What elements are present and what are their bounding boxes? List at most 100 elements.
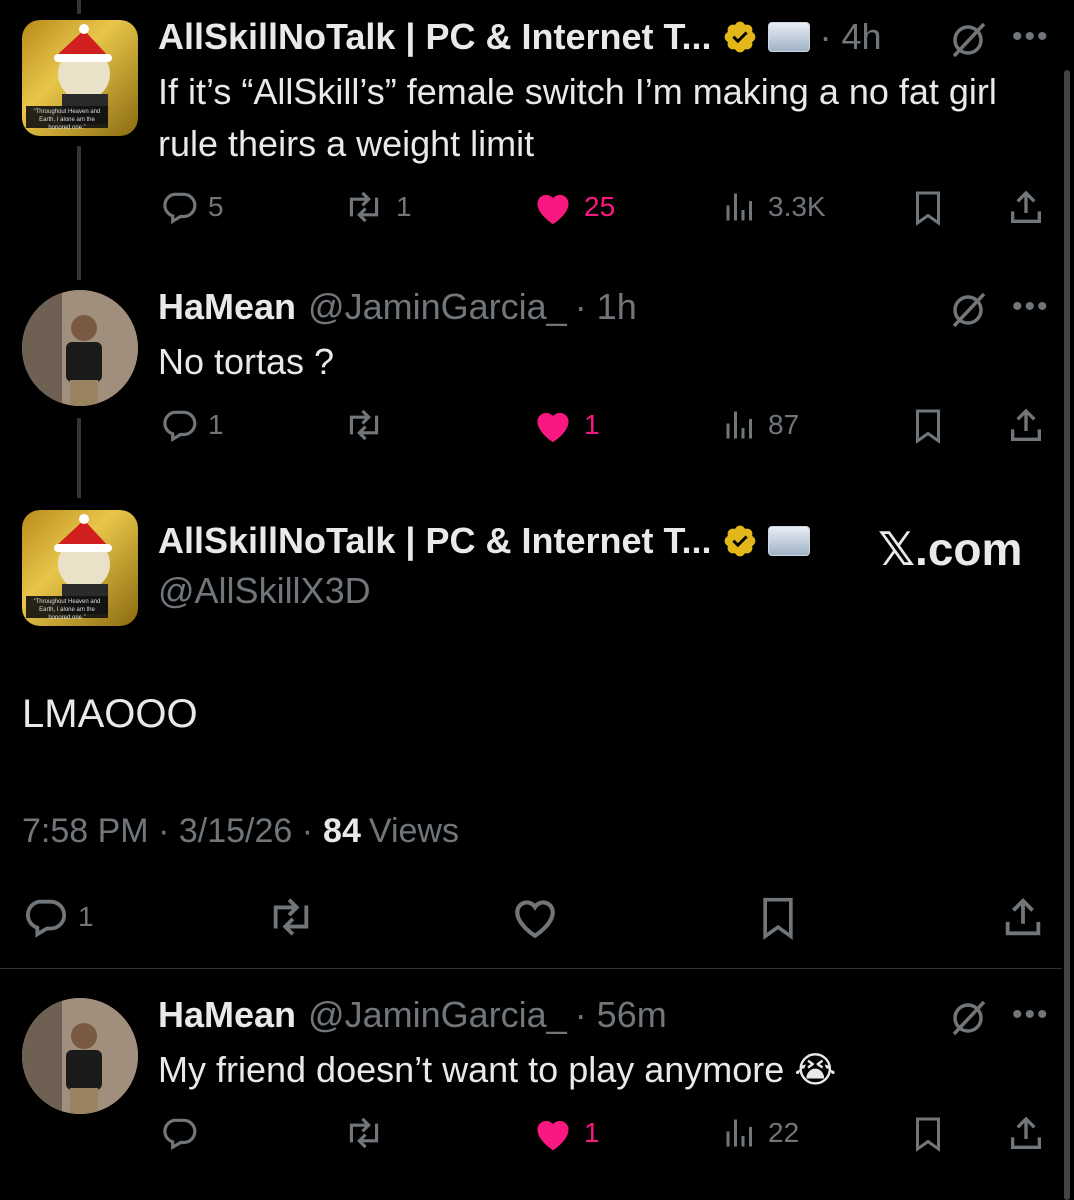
repost-icon <box>349 1117 379 1149</box>
divider <box>0 968 1062 969</box>
avatar-image <box>22 998 138 1114</box>
repost-count: 1 <box>396 191 412 222</box>
avatar-hamean[interactable] <box>22 290 138 406</box>
x-brand-logo: 𝕏.com <box>878 523 1023 575</box>
share-button[interactable] <box>1000 894 1046 942</box>
views-button[interactable]: 22 <box>722 1114 799 1152</box>
heart-filled-icon <box>537 412 569 443</box>
main-tweet-handle[interactable]: @AllSkillX3D <box>158 570 371 612</box>
share-icon <box>1011 190 1041 223</box>
avatar-image <box>22 290 138 406</box>
thread-line-2 <box>77 418 81 498</box>
tweet2-time: · 1h <box>574 286 637 327</box>
tweet2-header: HaMean @JaminGarcia_ · 1h <box>158 286 637 328</box>
avatar-caption: “Throughout Heaven and Earth, I alone am… <box>33 109 101 131</box>
tweet1-time: · 4h <box>819 16 882 57</box>
share-button[interactable] <box>1006 1114 1046 1154</box>
more-options-icon[interactable]: ••• <box>1012 20 1050 54</box>
like-button[interactable] <box>510 894 560 940</box>
share-button[interactable] <box>1006 406 1046 446</box>
like-button[interactable]: 1 <box>532 1114 600 1152</box>
bookmark-icon <box>916 1117 940 1152</box>
tweet1-author-name[interactable]: AllSkillNoTalk | PC & Internet T... <box>158 16 712 58</box>
tweet4-time: · 56m <box>574 994 667 1035</box>
repost-button[interactable] <box>342 1114 386 1152</box>
thread-line-1 <box>77 146 81 280</box>
tweet2-handle[interactable]: @JaminGarcia_ <box>308 286 567 328</box>
tweet2-text: No tortas ? <box>158 341 335 382</box>
verified-badge-icon <box>724 21 755 53</box>
bookmark-icon <box>763 897 793 940</box>
views-count: 87 <box>768 409 800 440</box>
heart-filled-icon <box>537 1120 569 1151</box>
bookmark-button[interactable] <box>756 894 800 942</box>
bookmark-button[interactable] <box>910 1114 946 1154</box>
reply-icon <box>163 1118 197 1151</box>
tweet4-text: My friend doesn’t want to play anymore 😭 <box>158 1049 837 1090</box>
main-tweet-meta: 7:58 PM · 3/15/26 · 84 Views <box>22 812 459 851</box>
bookmark-button[interactable] <box>910 406 946 446</box>
tweet4-handle[interactable]: @JaminGarcia_ <box>308 994 567 1036</box>
more-options-icon[interactable]: ••• <box>1012 998 1050 1032</box>
bookmark-icon <box>916 191 940 226</box>
avatar-hamean[interactable] <box>22 998 138 1114</box>
like-button[interactable]: 25 <box>532 188 615 226</box>
avatar-allskill[interactable]: “Throughout Heaven and Earth, I alone am… <box>22 510 138 626</box>
grok-icon[interactable] <box>948 998 988 1043</box>
views-button[interactable]: 3.3K <box>722 188 826 226</box>
views-button[interactable]: 87 <box>722 406 799 444</box>
main-tweet-text: LMAOOO <box>22 692 198 736</box>
views-icon <box>726 411 752 439</box>
repost-button[interactable] <box>342 406 386 444</box>
main-tweet-author-name[interactable]: AllSkillNoTalk | PC & Internet T... <box>158 520 712 562</box>
reply-icon <box>163 192 197 225</box>
heart-outline-icon <box>515 900 555 939</box>
like-count: 1 <box>584 1117 600 1148</box>
main-tweet-header: AllSkillNoTalk | PC & Internet T... <box>158 520 810 562</box>
share-icon <box>1011 408 1041 441</box>
main-tweet-timestamp[interactable]: 7:58 PM · 3/15/26 · <box>22 812 313 851</box>
repost-icon <box>273 898 309 936</box>
reply-button[interactable] <box>160 1114 198 1152</box>
reply-count: 1 <box>78 901 94 932</box>
grok-icon[interactable] <box>948 290 988 335</box>
repost-icon <box>349 191 379 223</box>
tweet4-header: HaMean @JaminGarcia_ · 56m <box>158 994 667 1036</box>
tweet1-header: AllSkillNoTalk | PC & Internet T... · 4h <box>158 16 882 58</box>
views-icon <box>726 193 752 221</box>
avatar-caption: “Throughout Heaven and Earth, I alone am… <box>33 599 101 621</box>
repost-icon <box>349 409 379 441</box>
repost-button[interactable] <box>264 894 318 940</box>
affiliate-badge-icon <box>767 22 810 52</box>
reply-icon <box>26 899 67 938</box>
reply-count: 1 <box>208 409 224 440</box>
reply-button[interactable]: 1 <box>160 406 224 444</box>
tweet4-author-name[interactable]: HaMean <box>158 994 296 1036</box>
like-count: 25 <box>584 191 616 222</box>
heart-filled-icon <box>537 194 569 225</box>
repost-button[interactable]: 1 <box>342 188 412 226</box>
thread-line-top <box>77 0 81 14</box>
like-button[interactable]: 1 <box>532 406 600 444</box>
reply-icon <box>163 410 197 443</box>
scrollbar[interactable] <box>1064 70 1070 1200</box>
affiliate-badge-icon <box>767 526 810 556</box>
share-icon <box>1005 898 1041 936</box>
main-tweet-views-label: Views <box>368 812 459 850</box>
more-options-icon[interactable]: ••• <box>1012 290 1050 324</box>
reply-count: 5 <box>208 191 224 222</box>
like-count: 1 <box>584 409 600 440</box>
views-count: 3.3K <box>768 191 826 222</box>
avatar-allskill[interactable]: “Throughout Heaven and Earth, I alone am… <box>22 20 138 136</box>
tweet2-author-name[interactable]: HaMean <box>158 286 296 328</box>
verified-badge-icon <box>724 525 755 557</box>
tweet1-text: If it’s “AllSkill’s” female switch I’m m… <box>158 71 997 164</box>
main-tweet-views-count: 84 <box>323 812 361 850</box>
grok-icon[interactable] <box>948 20 988 65</box>
reply-button[interactable]: 1 <box>22 894 94 940</box>
bookmark-icon <box>916 409 940 444</box>
bookmark-button[interactable] <box>910 188 946 228</box>
share-icon <box>1011 1116 1041 1149</box>
reply-button[interactable]: 5 <box>160 188 224 226</box>
share-button[interactable] <box>1006 188 1046 228</box>
